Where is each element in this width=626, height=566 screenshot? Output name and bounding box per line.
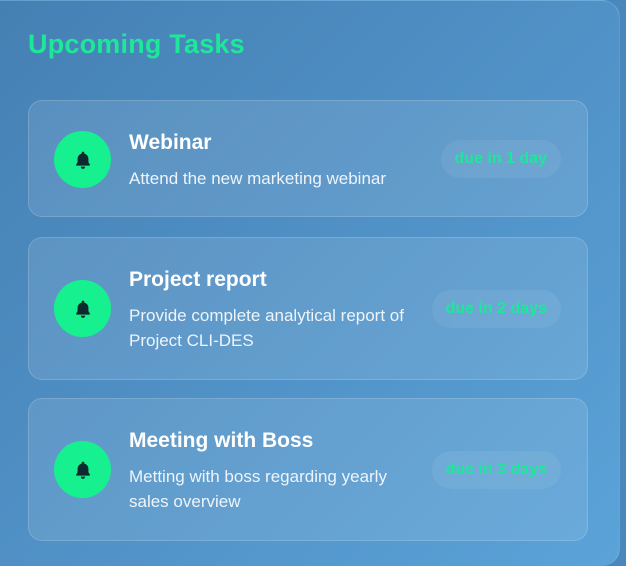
upcoming-tasks-panel: Upcoming Tasks Webinar Attend the new ma… bbox=[0, 0, 620, 566]
due-badge: due in 2 days bbox=[431, 290, 561, 328]
task-card-meeting-with-boss[interactable]: Meeting with Boss Metting with boss rega… bbox=[28, 398, 588, 541]
task-description: Attend the new marketing webinar bbox=[129, 169, 387, 188]
task-description: Metting with boss regarding yearly sales… bbox=[129, 467, 387, 511]
task-list: Webinar Attend the new marketing webinar… bbox=[28, 100, 588, 541]
panel-title: Upcoming Tasks bbox=[28, 29, 245, 59]
bell-icon bbox=[54, 280, 111, 337]
bell-icon bbox=[54, 441, 111, 498]
due-badge: due in 1 day bbox=[440, 140, 561, 178]
task-title: Webinar bbox=[129, 131, 212, 154]
task-card-project-report[interactable]: Project report Provide complete analytic… bbox=[28, 237, 588, 380]
task-description: Provide complete analytical report of Pr… bbox=[129, 306, 404, 350]
task-card-webinar[interactable]: Webinar Attend the new marketing webinar… bbox=[28, 100, 588, 217]
task-title: Project report bbox=[129, 268, 267, 291]
due-badge: due in 3 days bbox=[431, 451, 561, 489]
bell-icon bbox=[54, 131, 111, 188]
task-text: Meeting with Boss Metting with boss rega… bbox=[129, 429, 419, 514]
task-text: Project report Provide complete analytic… bbox=[129, 268, 419, 353]
task-text: Webinar Attend the new marketing webinar bbox=[129, 131, 419, 191]
task-title: Meeting with Boss bbox=[129, 429, 314, 452]
